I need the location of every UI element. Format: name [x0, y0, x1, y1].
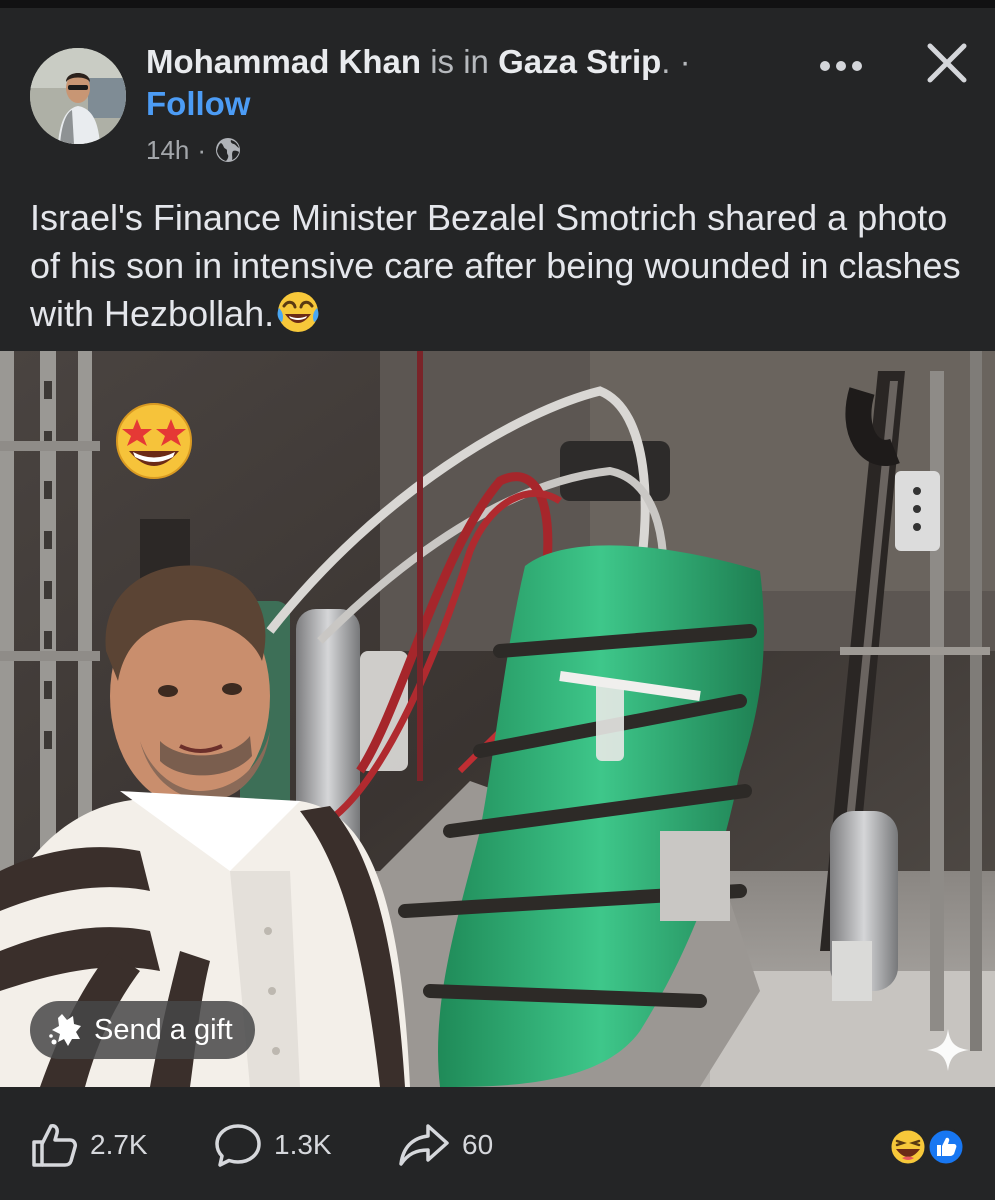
- reaction-summary[interactable]: [886, 1127, 966, 1167]
- header-separator: . ·: [661, 43, 691, 80]
- face-with-tears-of-joy-emoji: [276, 290, 320, 334]
- post-photo[interactable]: Send a gift: [0, 351, 995, 1087]
- post-meta: 14h ·: [146, 134, 242, 166]
- like-count: 2.7K: [90, 1129, 148, 1160]
- action-bar: 2.7K 1.3K 60: [0, 1087, 995, 1200]
- laughing-reaction-icon: [888, 1127, 928, 1167]
- close-button[interactable]: [922, 38, 972, 88]
- location-name[interactable]: Gaza Strip: [498, 43, 661, 80]
- photo-scene: [0, 351, 995, 1087]
- globe-icon: [214, 136, 242, 164]
- more-options-button[interactable]: [818, 46, 864, 86]
- more-dots-icon: [820, 61, 862, 71]
- author-name[interactable]: Mohammad Khan: [146, 43, 421, 80]
- post-text: Israel's Finance Minister Bezalel Smotri…: [30, 197, 961, 334]
- like-button[interactable]: 2.7K: [30, 1123, 148, 1167]
- post-time[interactable]: 14h: [146, 134, 189, 166]
- sparkle-icon[interactable]: [925, 1027, 971, 1073]
- send-gift-label: Send a gift: [94, 1013, 233, 1046]
- thumbs-up-icon: [32, 1124, 77, 1167]
- post-header-line: Mohammad Khan is in Gaza Strip. ·: [146, 42, 691, 82]
- is-in-text: is in: [430, 43, 489, 80]
- top-strip: [0, 0, 995, 8]
- gift-icon: [49, 1014, 81, 1046]
- share-button[interactable]: 60: [398, 1123, 493, 1167]
- send-gift-button[interactable]: Send a gift: [30, 1001, 255, 1059]
- post-text-block: Israel's Finance Minister Bezalel Smotri…: [30, 194, 970, 338]
- like-reaction-icon: [926, 1127, 966, 1167]
- comment-icon: [215, 1124, 261, 1167]
- avatar[interactable]: [30, 48, 126, 144]
- close-icon: [927, 43, 967, 83]
- follow-button[interactable]: Follow: [146, 84, 250, 124]
- share-count: 60: [462, 1129, 494, 1160]
- share-icon: [399, 1124, 449, 1166]
- comment-button[interactable]: 1.3K: [214, 1123, 332, 1167]
- meta-separator: ·: [197, 135, 207, 165]
- comment-count: 1.3K: [274, 1129, 332, 1160]
- post-card: Mohammad Khan is in Gaza Strip. · Follow…: [0, 8, 995, 1200]
- star-struck-emoji: [116, 403, 192, 479]
